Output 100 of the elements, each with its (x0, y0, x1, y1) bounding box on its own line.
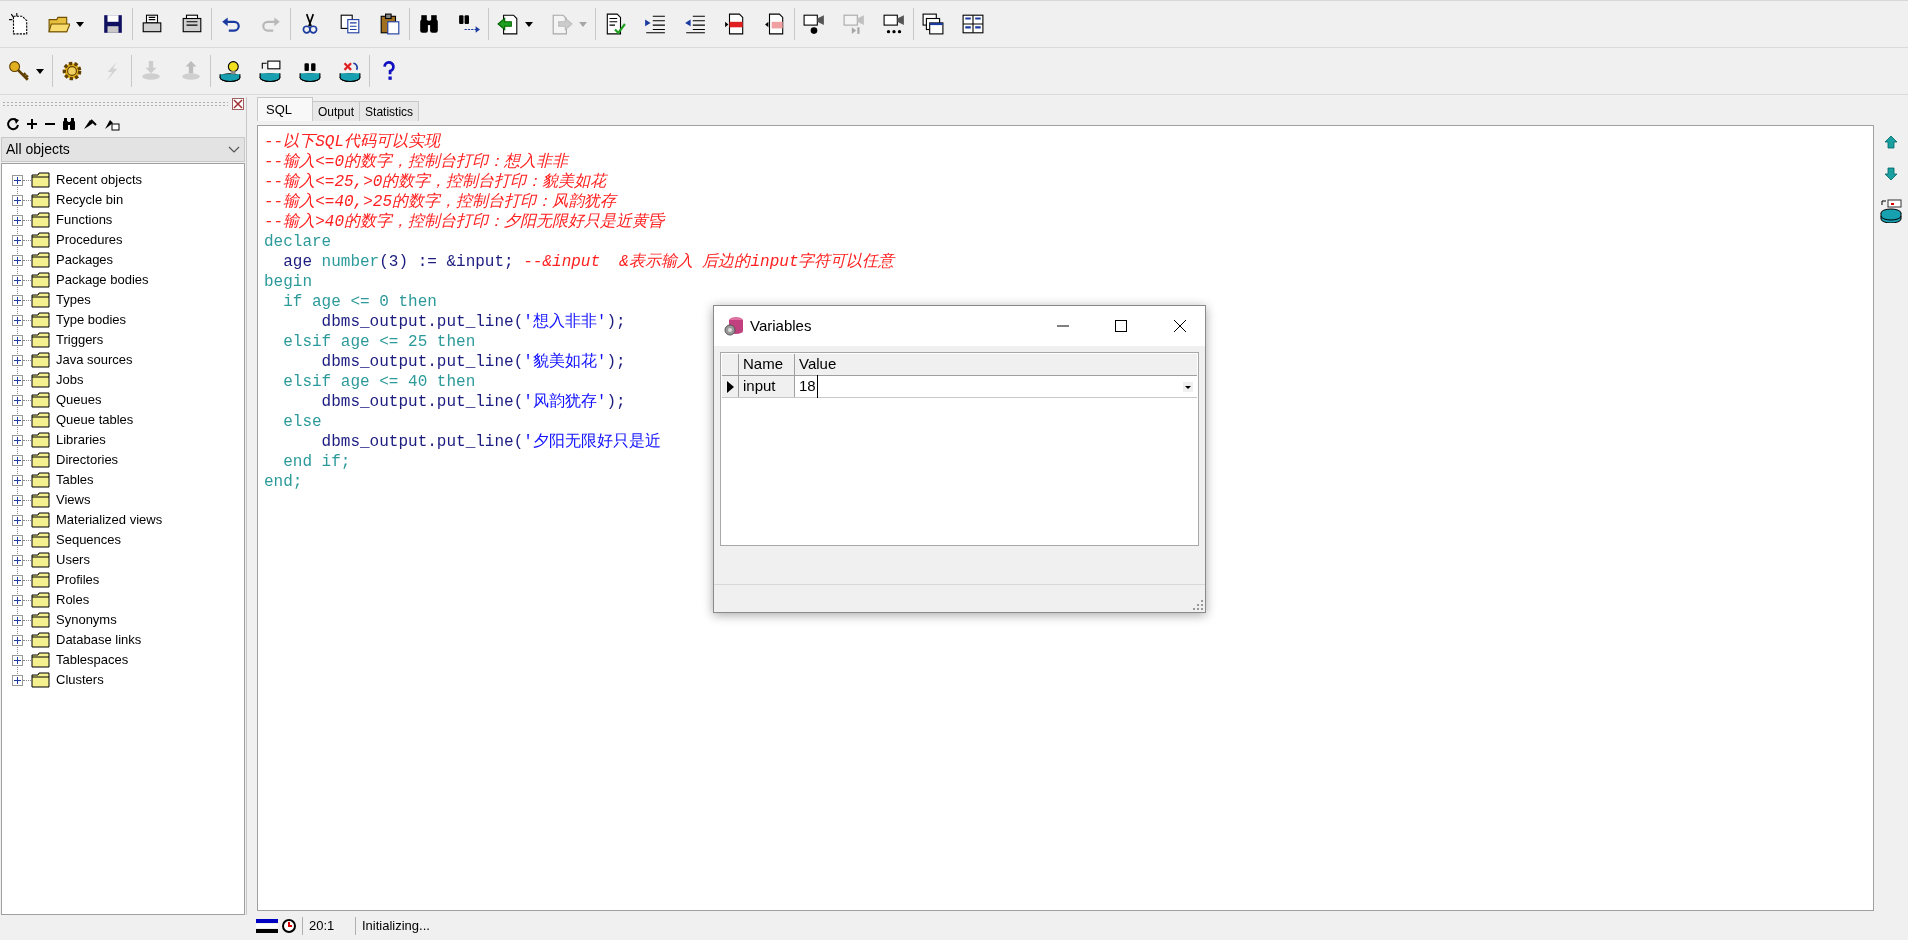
tree-item[interactable]: Sequences (56, 530, 122, 550)
tree-item[interactable]: Functions (56, 210, 113, 230)
expand-icon[interactable] (12, 174, 23, 186)
tree-item[interactable]: Recent objects (56, 170, 142, 190)
find-next-icon[interactable] (458, 13, 480, 35)
column-header[interactable]: Value (795, 354, 1197, 375)
expand-icon[interactable] (12, 314, 23, 326)
key-icon[interactable] (8, 60, 30, 82)
expand-icon[interactable] (12, 474, 23, 486)
outdent-icon[interactable] (684, 13, 706, 35)
binoculars-icon[interactable] (62, 117, 76, 131)
tree-item[interactable]: Procedures (56, 230, 123, 250)
expand-icon[interactable] (12, 354, 23, 366)
camera-icon[interactable] (803, 13, 825, 35)
expand-icon[interactable] (12, 214, 23, 226)
tree-item[interactable]: Tables (56, 470, 94, 490)
caret-icon[interactable] (525, 21, 533, 27)
expand-icon[interactable] (12, 674, 23, 686)
maximize-icon[interactable] (1114, 319, 1128, 333)
caret-icon[interactable] (76, 21, 84, 27)
expand-icon[interactable] (12, 494, 23, 506)
page-icon[interactable] (724, 13, 746, 35)
expand-icon[interactable] (12, 514, 23, 526)
close-icon[interactable] (232, 98, 244, 110)
expand-icon[interactable] (12, 234, 23, 246)
expand-icon[interactable] (12, 334, 23, 346)
tab[interactable]: SQL (257, 97, 313, 121)
expand-icon[interactable] (12, 434, 23, 446)
expand-icon[interactable] (12, 294, 23, 306)
binoculars-icon[interactable] (418, 13, 440, 35)
expand-icon[interactable] (12, 554, 23, 566)
expand-icon[interactable] (12, 274, 23, 286)
tree-item[interactable]: Tablespaces (56, 650, 129, 670)
expand-icon[interactable] (12, 634, 23, 646)
column-header[interactable]: Name (739, 354, 795, 375)
expand-icon[interactable] (12, 374, 23, 386)
tree-item[interactable]: Package bodies (56, 270, 149, 290)
camera-icon[interactable] (883, 13, 905, 35)
caret-icon[interactable] (36, 68, 44, 74)
object-filter-dropdown[interactable]: All objects (1, 137, 245, 162)
database-script-icon[interactable] (259, 60, 281, 82)
refresh-icon[interactable] (6, 117, 20, 131)
expand-icon[interactable] (12, 614, 23, 626)
indent-icon[interactable] (644, 13, 666, 35)
tab[interactable]: Statistics (360, 101, 420, 121)
chevron-icon[interactable] (228, 145, 240, 154)
database-delete-icon[interactable] (339, 60, 361, 82)
copy-icon[interactable] (339, 13, 361, 35)
page-icon[interactable] (764, 13, 786, 35)
tree-item[interactable]: Triggers (56, 330, 104, 350)
resize-grip-icon[interactable] (1193, 600, 1203, 610)
expand-icon[interactable] (12, 254, 23, 266)
tree-item[interactable]: Packages (56, 250, 114, 270)
document-check-icon[interactable] (604, 13, 626, 35)
tree-item[interactable]: Java sources (56, 350, 133, 370)
paste-icon[interactable] (379, 13, 401, 35)
down-arrow-icon[interactable] (1884, 167, 1898, 181)
tree-item[interactable]: Synonyms (56, 610, 117, 630)
tree-item[interactable]: Libraries (56, 430, 106, 450)
up-arrow-icon[interactable] (1884, 135, 1898, 149)
tree-item[interactable]: Profiles (56, 570, 100, 590)
save-icon[interactable] (102, 13, 124, 35)
expand-icon[interactable] (12, 654, 23, 666)
tree-item[interactable]: Recycle bin (56, 190, 124, 210)
expand-icon[interactable] (12, 534, 23, 546)
expand-icon[interactable] (12, 194, 23, 206)
expand-icon[interactable] (12, 454, 23, 466)
import-icon[interactable] (497, 13, 519, 35)
plus-icon[interactable] (26, 118, 38, 130)
tree-item[interactable]: Views (56, 490, 91, 510)
expand-icon[interactable] (12, 394, 23, 406)
value-field[interactable]: 18 (795, 376, 1197, 397)
folder-icon (31, 312, 51, 328)
database-bulb-icon[interactable] (219, 60, 241, 82)
tree-item[interactable]: Type bodies (56, 310, 127, 330)
expand-icon[interactable] (12, 574, 23, 586)
new-file-icon[interactable] (8, 13, 30, 35)
close-icon[interactable] (1173, 319, 1187, 333)
tree-item[interactable]: Directories (56, 450, 119, 470)
gear-icon[interactable] (61, 60, 83, 82)
tree-item[interactable]: Roles (56, 590, 90, 610)
expand-icon[interactable] (12, 594, 23, 606)
expand-icon[interactable] (12, 414, 23, 426)
tree-item[interactable]: Types (56, 290, 91, 310)
printer-icon[interactable] (141, 13, 163, 35)
folder-icon (31, 272, 51, 288)
printer-icon[interactable] (181, 13, 203, 35)
tree-item[interactable]: Queue tables (56, 410, 134, 430)
tile-windows-icon[interactable] (962, 13, 984, 35)
tab[interactable]: Output (313, 101, 361, 121)
cascade-windows-icon[interactable] (922, 13, 944, 35)
tree-item[interactable]: Queues (56, 390, 102, 410)
tree-item[interactable]: Clusters (56, 670, 104, 690)
caret-icon[interactable] (1183, 381, 1193, 392)
code-line: begin (264, 272, 312, 292)
tree-item[interactable]: Materialized views (56, 510, 163, 530)
database-icon[interactable] (1880, 199, 1902, 223)
tree-item[interactable]: Database links (56, 630, 142, 650)
tree-item[interactable]: Users (56, 550, 90, 570)
tree-item[interactable]: Jobs (56, 370, 84, 390)
